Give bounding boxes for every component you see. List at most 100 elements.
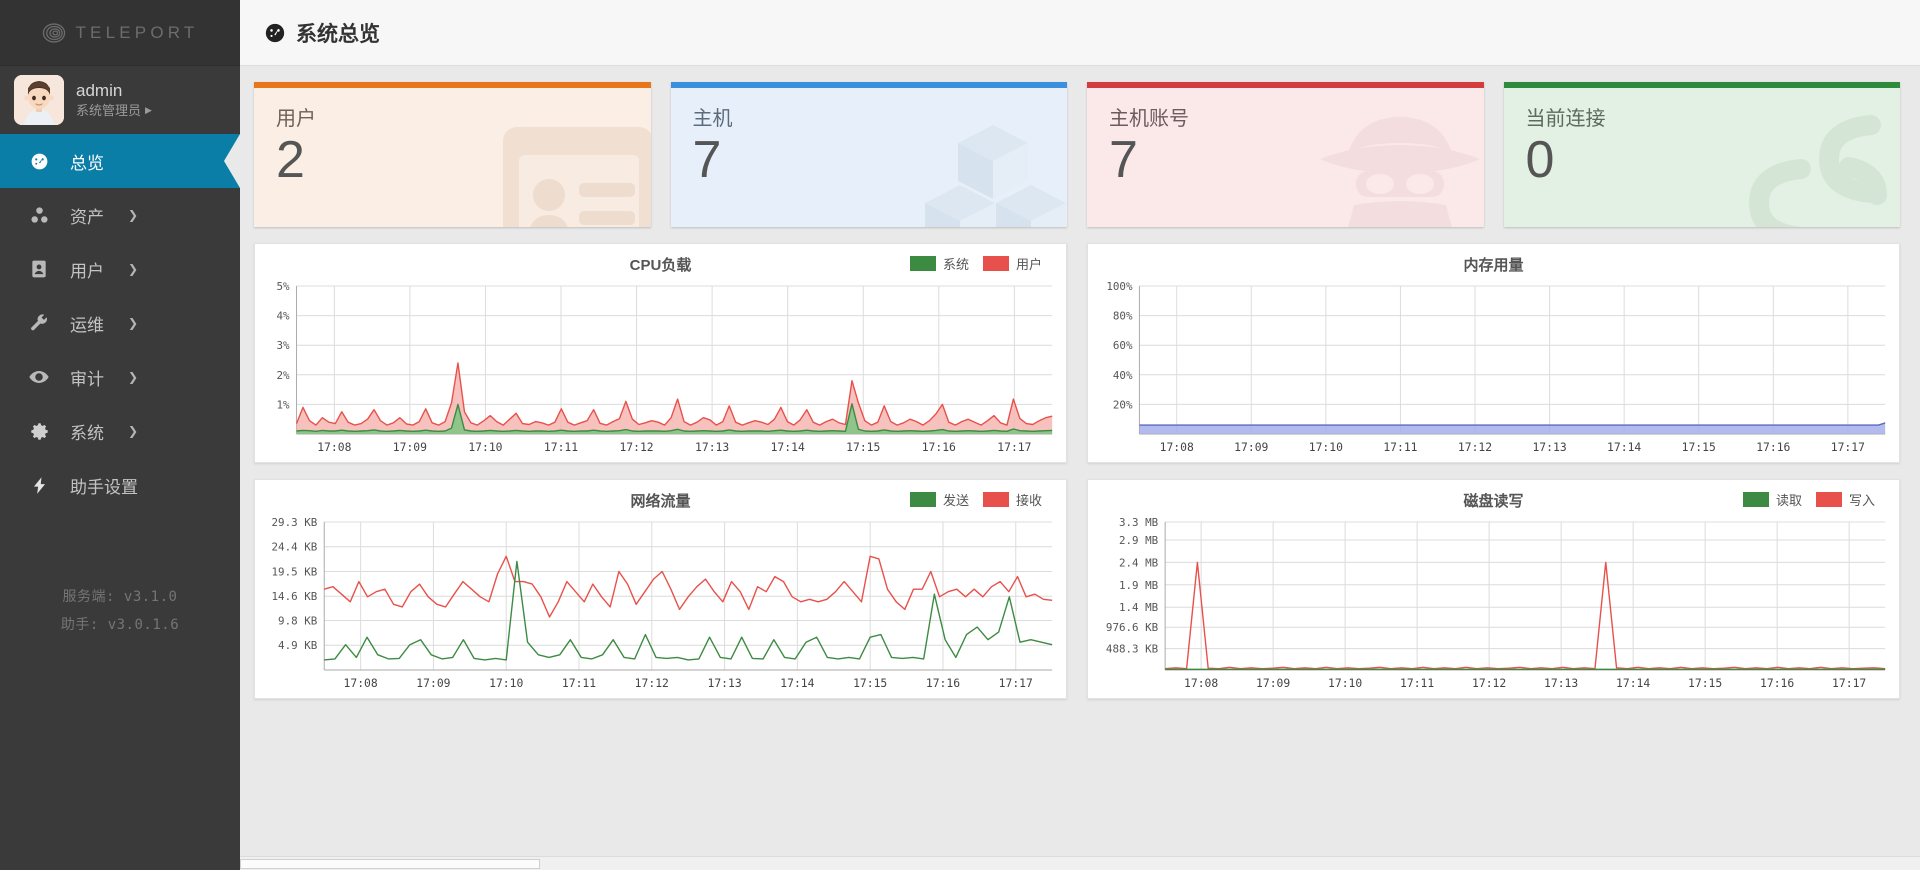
chart-plot-memory: 20% 40% 60% 80% 100% 17:08 17:09 17:10 17:11 17:1…: [1106, 280, 1899, 454]
svg-text:4%: 4%: [277, 310, 291, 323]
svg-text:17:17: 17:17: [997, 440, 1031, 454]
svg-text:17:16: 17:16: [1760, 676, 1794, 690]
svg-text:40%: 40%: [1113, 369, 1133, 382]
legend-swatch: [982, 492, 1009, 507]
eye-icon: [28, 366, 50, 388]
user-role: 系统管理员 ▶: [76, 102, 152, 118]
svg-text:17:09: 17:09: [1256, 676, 1290, 690]
svg-text:17:14: 17:14: [1607, 440, 1641, 454]
svg-text:17:12: 17:12: [619, 440, 653, 454]
card-value: 7: [692, 131, 722, 189]
main-area: 系统总览 用户 2 主机 7 主机账号 7 当前连接 0 CPU负载 系统 用户…: [240, 0, 1920, 870]
legend-swatch: [909, 256, 936, 271]
svg-text:17:10: 17:10: [468, 440, 502, 454]
svg-text:17:14: 17:14: [780, 676, 814, 690]
page-title: 系统总览: [296, 22, 380, 46]
svg-text:17:16: 17:16: [1756, 440, 1790, 454]
sidebar-item-label: 总览: [70, 153, 104, 173]
chart-header: CPU负载 系统 用户: [255, 244, 1066, 278]
chart-legend: 发送 接收: [909, 490, 1042, 509]
svg-text:1.4 MB: 1.4 MB: [1119, 601, 1159, 614]
stat-card-row: 用户 2 主机 7 主机账号 7 当前连接 0: [254, 82, 1900, 227]
chevron-right-icon: ❯: [128, 262, 139, 276]
svg-text:3.3 MB: 3.3 MB: [1119, 516, 1159, 529]
chart-plot-disk: 488.3 KB 976.6 KB 1.4 MB 1.9 MB 2.4 MB 2.9 MB…: [1106, 516, 1899, 690]
svg-text:19.5 KB: 19.5 KB: [272, 565, 318, 578]
sidebar-item-assistant-settings[interactable]: 助手设置: [0, 458, 240, 512]
sidebar-item-audit[interactable]: 审计 ❯: [0, 350, 240, 404]
sidebar-item-users[interactable]: 用户 ❯: [0, 242, 240, 296]
legend-item[interactable]: 写入: [1815, 490, 1875, 509]
svg-text:17:17: 17:17: [999, 676, 1033, 690]
svg-text:17:12: 17:12: [1458, 440, 1492, 454]
legend-label: 系统: [942, 257, 969, 272]
card-value: 2: [276, 131, 305, 189]
svg-text:60%: 60%: [1113, 339, 1133, 352]
chevron-right-icon: ▶: [145, 104, 152, 115]
chart-row-1: CPU负载 系统 用户 1% 2% 3% 4% 5% 17:08 17:09 1…: [254, 243, 1900, 463]
stat-card-host-accounts[interactable]: 主机账号 7: [1087, 82, 1484, 227]
sidebar-item-ops[interactable]: 运维 ❯: [0, 296, 240, 350]
chart-header: 内存用量: [1088, 244, 1899, 278]
svg-text:17:15: 17:15: [846, 440, 880, 454]
svg-text:17:15: 17:15: [1682, 440, 1716, 454]
chart-header: 磁盘读写 读取 写入: [1088, 480, 1899, 514]
chart-header: 网络流量 发送 接收: [255, 480, 1066, 514]
legend-item[interactable]: 发送: [909, 490, 969, 509]
spiral-icon: [43, 22, 66, 43]
stat-card-connections[interactable]: 当前连接 0: [1503, 82, 1900, 227]
svg-text:17:14: 17:14: [1616, 676, 1650, 690]
legend-swatch: [982, 256, 1009, 271]
svg-text:17:08: 17:08: [344, 676, 378, 690]
user-profile[interactable]: admin 系统管理员 ▶: [0, 66, 240, 134]
sidebar-item-assets[interactable]: 资产 ❯: [0, 188, 240, 242]
sidebar-item-label: 系统: [70, 423, 104, 443]
svg-text:17:11: 17:11: [544, 440, 578, 454]
svg-text:17:11: 17:11: [1383, 440, 1417, 454]
sidebar-nav: 总览 资产 ❯ 用户 ❯ 运维 ❯ 审计 ❯ 系统 ❯ 助手设置: [0, 134, 240, 512]
legend-label: 读取: [1775, 493, 1802, 508]
card-body: 主机账号 7: [1087, 88, 1484, 227]
brand-logo[interactable]: TELEPORT: [0, 0, 240, 66]
sidebar-item-label: 用户: [70, 261, 104, 281]
sidebar-item-system[interactable]: 系统 ❯: [0, 404, 240, 458]
legend-swatch: [909, 492, 936, 507]
assistant-version: 助手: v3.0.1.6: [60, 617, 180, 633]
svg-text:17:11: 17:11: [562, 676, 596, 690]
svg-text:17:09: 17:09: [393, 440, 427, 454]
scrollbar-thumb[interactable]: [240, 859, 540, 869]
card-body: 用户 2: [254, 88, 651, 227]
svg-text:17:10: 17:10: [1328, 676, 1362, 690]
chevron-right-icon: ❯: [128, 370, 139, 384]
svg-text:17:08: 17:08: [317, 440, 351, 454]
horizontal-scrollbar[interactable]: [240, 856, 1920, 870]
legend-item[interactable]: 接收: [982, 490, 1042, 509]
sidebar-item-label: 审计: [70, 369, 104, 389]
brand-name: TELEPORT: [75, 22, 199, 42]
card-label: 用户: [276, 108, 316, 130]
stat-card-users[interactable]: 用户 2: [254, 82, 651, 227]
svg-text:2.4 MB: 2.4 MB: [1119, 556, 1159, 569]
gear-icon: [28, 421, 50, 442]
legend-item[interactable]: 读取: [1742, 490, 1802, 509]
dashboard-icon: [28, 151, 50, 172]
page-content: 用户 2 主机 7 主机账号 7 当前连接 0 CPU负载 系统 用户 1% 2…: [240, 66, 1920, 699]
sidebar-item-label: 助手设置: [70, 477, 138, 497]
legend-label: 写入: [1848, 493, 1875, 508]
sidebar-item-overview[interactable]: 总览: [0, 134, 240, 188]
legend-item[interactable]: 系统: [909, 254, 969, 273]
svg-text:1.9 MB: 1.9 MB: [1119, 579, 1159, 592]
card-value: 0: [1525, 131, 1555, 189]
legend-item[interactable]: 用户: [982, 254, 1042, 273]
user-name: admin: [76, 81, 123, 100]
server-version: 服务端: v3.1.0: [62, 589, 178, 605]
sidebar-item-label: 资产: [70, 207, 104, 227]
svg-text:2.9 MB: 2.9 MB: [1119, 534, 1159, 547]
card-body: 主机 7: [670, 88, 1067, 227]
svg-text:17:13: 17:13: [707, 676, 741, 690]
stat-card-hosts[interactable]: 主机 7: [670, 82, 1067, 227]
svg-text:29.3 KB: 29.3 KB: [272, 516, 318, 529]
legend-swatch: [1815, 492, 1842, 507]
user-role-label: 系统管理员: [76, 102, 142, 118]
svg-text:17:09: 17:09: [1234, 440, 1268, 454]
